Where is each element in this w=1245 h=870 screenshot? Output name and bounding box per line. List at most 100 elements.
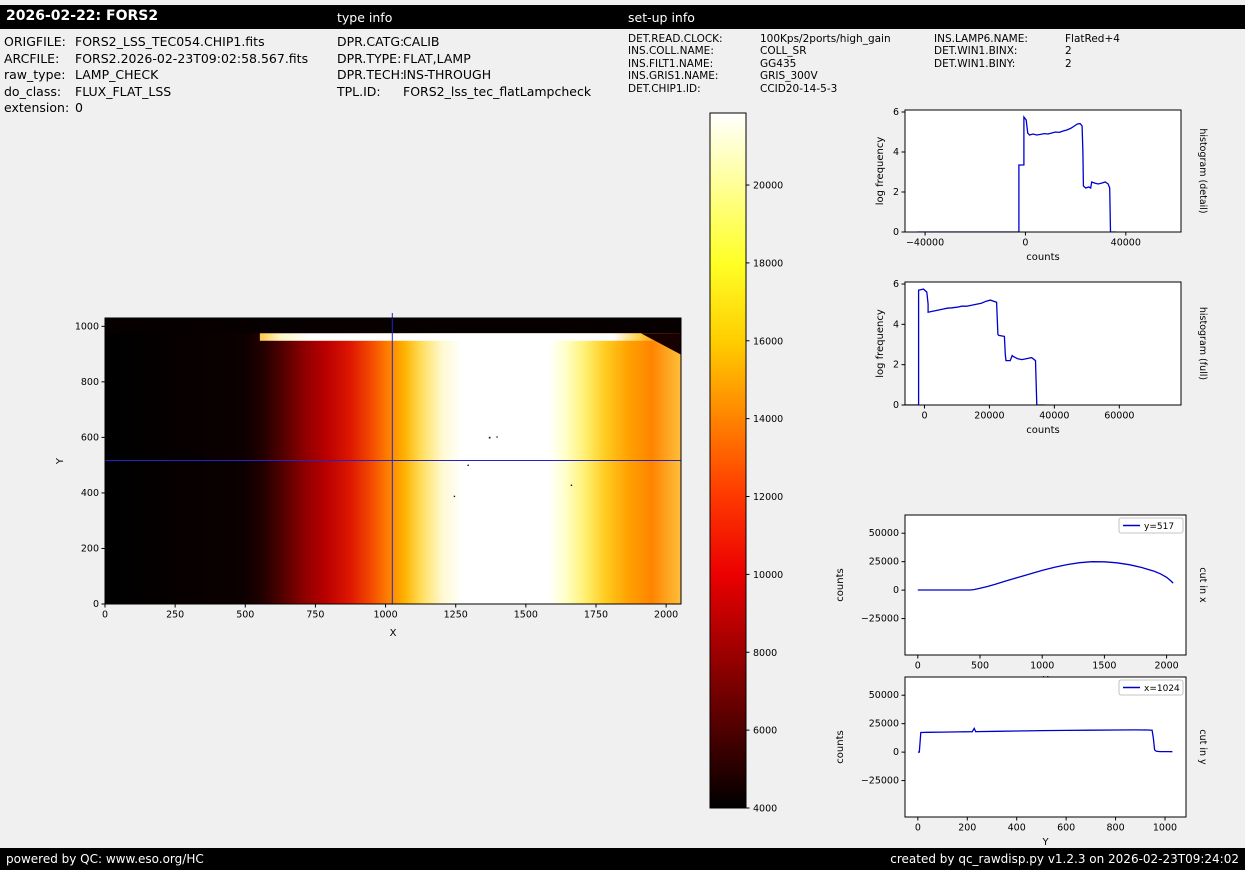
colorbar: 20000 18000 16000 14000 12000 10000 8000 6000 40… [709,112,783,815]
tick-label: 0 [893,747,899,758]
right-side-label: histogram (full) [1197,307,1208,380]
info-label: DPR.TYPE: [337,50,402,66]
y-axis-label: log frequency [875,137,886,206]
tick-label: 6 [893,279,899,290]
info-row: DPR.CATG: CALIB [337,34,591,51]
info-label: DPR.CATG: [337,34,405,49]
info-value: FlatRed+4 [1065,33,1120,45]
tick-label: 400 [1008,823,1026,834]
info-label: do_class: [4,83,62,99]
x-axis-label: counts [1026,252,1059,263]
y-axis-label: counts [835,730,846,763]
tick-label: −25000 [861,776,899,787]
info-label: DPR.TECH: [337,67,405,83]
x-axis-label: counts [1026,425,1059,436]
info-label: TPL.ID: [337,83,381,99]
colorbar-tick-label: 12000 [753,492,783,503]
histogram-full-chart: 0 20000 40000 60000 0 2 4 6 counts log frequency h… [875,279,1208,436]
tick-label: 500 [236,610,254,621]
tick-label: 800 [81,377,99,388]
type-info-header: type info [337,10,393,25]
info-value: FLAT,LAMP [403,50,471,66]
histogram-detail-chart: −40000 0 40000 0 2 4 6 counts log frequency histo… [875,107,1208,263]
info-row: INS.LAMP6.NAME: FlatRed+4 [934,33,1120,45]
tick-label: 0 [915,823,921,834]
type-info-block: DPR.CATG: CALIB DPR.TYPE: FLAT,LAMP DPR.TE… [337,34,591,100]
colorbar-tick-label: 10000 [753,570,783,581]
setup-info-block: DET.READ.CLOCK: 100Kps/2ports/high_gain I… [628,33,891,95]
info-label: INS.LAMP6.NAME: [934,33,1028,45]
ccd-image [105,318,681,604]
right-side-label: cut in y [1197,729,1208,765]
tick-label: 4 [893,147,899,158]
y-axis-label: Y [55,457,66,465]
info-value: 2 [1065,45,1072,58]
info-row: raw_type: LAMP_CHECK [4,67,308,84]
y-axis-label: counts [835,568,846,601]
tick-label: 25000 [869,719,899,730]
info-value: FLUX_FLAT_LSS [75,83,172,99]
cut-in-y-chart: 0 200 400 600 800 1000 −25000 0 25000 50000 Ycount… [835,676,1208,848]
info-row: DET.CHIP1.ID: CCID20-14-5-3 [628,83,891,95]
plot-background [905,282,1181,405]
setup-info-block-2: INS.LAMP6.NAME: FlatRed+4 DET.WIN1.BINX: 2… [934,33,1120,70]
info-value: 100Kps/2ports/high_gain [760,33,891,45]
tick-label: 1750 [584,610,608,621]
info-label: raw_type: [4,67,66,83]
info-value: CCID20-14-5-3 [760,82,838,95]
file-info-block: ORIGFILE: FORS2_LSS_TEC054.CHIP1.fits ARC… [4,34,308,117]
info-row: DET.WIN1.BINX: 2 [934,45,1120,57]
info-row: do_class: FLUX_FLAT_LSS [4,84,308,101]
y-axis-label: log frequency [875,309,886,378]
tick-label: 1000 [75,321,99,332]
tick-label: 2 [893,360,899,371]
tick-label: 6 [893,107,899,118]
info-row: INS.COLL.NAME: COLL_SR [628,45,891,57]
tick-label: 400 [81,488,99,499]
plot-background [905,515,1186,655]
info-row: TPL.ID: FORS2_lss_tec_flatLampcheck [337,84,591,101]
info-label: INS.FILT1.NAME: [628,57,714,70]
info-value: FORS2.2026-02-23T09:02:58.567.fits [75,50,309,66]
tick-label: 50000 [869,690,899,701]
bad-pixel [570,484,573,486]
tick-label: 1250 [444,610,468,621]
info-value: COLL_SR [760,45,807,58]
right-side-label: cut in x [1197,567,1208,603]
tick-label: 2 [893,187,899,198]
bad-pixel [496,436,498,438]
bad-pixel [467,464,469,466]
plot-background [905,677,1186,817]
info-row: DET.WIN1.BINY: 2 [934,58,1120,70]
footer-bar: powered by QC: www.eso.org/HC created by… [0,848,1245,870]
ccd-image-body [105,318,681,604]
plot-background [905,110,1181,232]
info-label: DET.WIN1.BINX: [934,45,1018,58]
tick-label: 40000 [1111,238,1141,249]
setup-info-header: set-up info [628,10,695,25]
colorbar-tick-label: 20000 [753,181,783,192]
info-row: ARCFILE: FORS2.2026-02-23T09:02:58.567.fi… [4,51,308,68]
info-label: DET.READ.CLOCK: [628,33,723,45]
info-row: extension: 0 [4,100,308,117]
tick-label: 4 [893,319,899,330]
info-value: GG435 [760,57,797,70]
info-value: INS-THROUGH [403,67,492,83]
tick-label: 20000 [974,411,1004,422]
tick-label: 60000 [1104,411,1134,422]
info-label: DET.WIN1.BINY: [934,57,1016,70]
tick-label: −40000 [906,238,944,249]
info-value: FORS2_lss_tec_flatLampcheck [403,83,592,99]
colorbar-tick-label: 14000 [753,414,783,425]
tick-label: 0 [93,599,99,610]
tick-label: 600 [1057,823,1075,834]
tick-label: 1000 [373,610,397,621]
tick-label: 750 [306,610,324,621]
tick-label: 1500 [514,610,538,621]
info-value: FORS2_LSS_TEC054.CHIP1.fits [75,34,265,49]
info-row: INS.GRIS1.NAME: GRIS_300V [628,70,891,82]
x-axis-label: X [390,628,397,639]
info-label: DET.CHIP1.ID: [628,82,701,95]
info-row: DPR.TECH: INS-THROUGH [337,67,591,84]
tick-label: 250 [166,610,184,621]
